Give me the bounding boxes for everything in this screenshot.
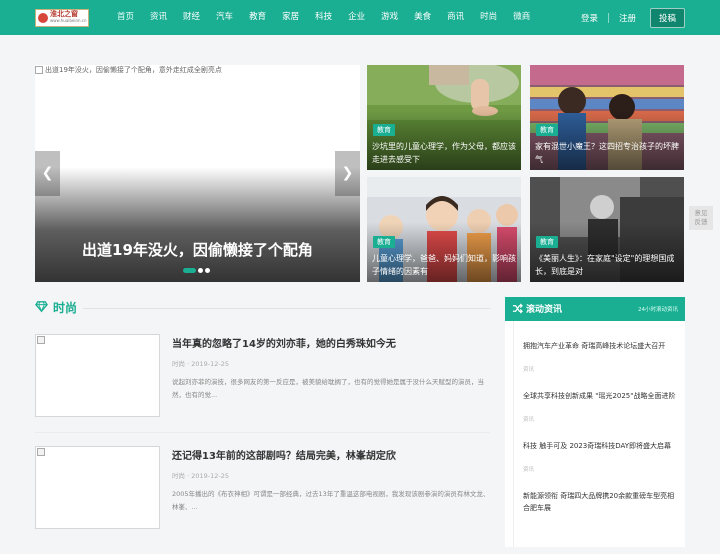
section-title[interactable]: 时尚 (53, 299, 77, 316)
rolling-news-subtitle: 24小时滚动资讯 (638, 307, 678, 313)
article-thumbnail[interactable] (35, 334, 160, 417)
broken-image-icon (37, 448, 45, 456)
chevron-right-icon: ❯ (341, 165, 354, 181)
nav-item-home-living[interactable]: 家居 (274, 0, 307, 35)
nav-item-wechat-business[interactable]: 微商 (505, 0, 538, 35)
section-divider (83, 308, 490, 309)
carousel-image-alt: 出道19年没火，因偷懒接了个配角，意外走红成全剧亮点 (35, 65, 222, 75)
shuffle-icon (512, 303, 523, 314)
rolling-news-item-title[interactable]: 拥抱汽车产业革命 奇瑞高峰技术论坛盛大召开 (523, 340, 678, 352)
article-item[interactable]: 当年真的忽略了14岁的刘亦菲，她的白秀珠如今无 时尚 · 2019-12-25 … (35, 334, 490, 442)
tile-title[interactable]: 家有混世小魔王？这四招专治孩子的坏脾气 (535, 140, 679, 166)
register-link[interactable]: 注册 (619, 12, 636, 24)
rolling-news-item-title[interactable]: 全球共享科技创新成果 "瑶光2025"战略全面进阶 (523, 390, 678, 402)
nav-item-tech[interactable]: 科技 (307, 0, 340, 35)
top-nav-bar: 淮北之窗 www.huaibeinn.cn 首页 资讯 财经 汽车 教育 家居 … (0, 0, 720, 35)
featured-tile[interactable]: 教育 《美丽人生》：在家庭"设定"的理想国成长，到底是对 (530, 177, 684, 282)
logo-mark-icon (38, 13, 48, 23)
nav-item-enterprise[interactable]: 企业 (340, 0, 373, 35)
section-header: 时尚 (35, 297, 490, 319)
article-divider (35, 432, 490, 433)
rolling-news-item-title[interactable]: 新能源领衔 奇瑞四大品牌携20余款重磅车型亮相合肥车展 (523, 490, 678, 514)
rolling-news-header: 滚动资讯 24小时滚动资讯 (505, 297, 685, 321)
featured-carousel[interactable]: 出道19年没火，因偷懒接了个配角，意外走红成全剧亮点 ❮ ❯ 出道19年没火，因… (35, 65, 360, 282)
article-title[interactable]: 当年真的忽略了14岁的刘亦菲，她的白秀珠如今无 (172, 335, 396, 350)
article-item[interactable]: 还记得13年前的这部剧吗？结局完美，林峯胡定欣 时尚 · 2019-12-25 … (35, 446, 490, 554)
tile-category-tag[interactable]: 教育 (373, 236, 395, 248)
article-title[interactable]: 还记得13年前的这部剧吗？结局完美，林峯胡定欣 (172, 447, 396, 462)
submit-article-button[interactable]: 投稿 (649, 7, 685, 28)
broken-image-icon (35, 66, 43, 74)
rolling-news-item-meta: 资讯 (523, 367, 535, 373)
nav-item-business-news[interactable]: 商讯 (439, 0, 472, 35)
rolling-news-panel: 滚动资讯 24小时滚动资讯 拥抱汽车产业革命 奇瑞高峰技术论坛盛大召开 资讯 全… (505, 297, 685, 547)
tile-title[interactable]: 沙坑里的儿童心理学，作为父母，都应该走进去感受下 (372, 140, 516, 166)
carousel-dot[interactable] (205, 268, 210, 273)
rolling-news-item[interactable]: 新能源领衔 奇瑞四大品牌携20余款重磅车型亮相合肥车展 (523, 490, 678, 514)
carousel-dots (183, 268, 210, 273)
article-meta: 时尚 · 2019-12-25 (172, 360, 229, 368)
divider (607, 12, 609, 23)
carousel-dot[interactable] (198, 268, 203, 273)
article-meta: 时尚 · 2019-12-25 (172, 472, 229, 480)
tile-category-tag[interactable]: 教育 (536, 236, 558, 248)
tile-title[interactable]: 《美丽人生》：在家庭"设定"的理想国成长，到底是对 (535, 252, 679, 278)
rolling-news-item-meta: 资讯 (523, 417, 535, 423)
tile-title[interactable]: 儿童心理学，爸爸、妈妈们知道，影响孩子情绪的因素有 (372, 252, 516, 278)
featured-tile[interactable]: 教育 家有混世小魔王？这四招专治孩子的坏脾气 (530, 65, 684, 170)
rolling-news-item-title[interactable]: 科技 触手可及 2023奇瑞科技DAY即将盛大启幕 (523, 440, 678, 452)
nav-item-home[interactable]: 首页 (109, 0, 142, 35)
rolling-news-item[interactable]: 全球共享科技创新成果 "瑶光2025"战略全面进阶 资讯 (523, 390, 678, 423)
featured-tile[interactable]: 教育 儿童心理学，爸爸、妈妈们知道，影响孩子情绪的因素有 (367, 177, 521, 282)
rolling-news-item[interactable]: 拥抱汽车产业革命 奇瑞高峰技术论坛盛大召开 资讯 (523, 340, 678, 373)
carousel-image-alt-text: 出道19年没火，因偷懒接了个配角，意外走红成全剧亮点 (45, 66, 222, 74)
timeline-line (513, 321, 514, 547)
main-nav: 首页 资讯 财经 汽车 教育 家居 科技 企业 游戏 美食 商讯 时尚 微商 (109, 0, 538, 35)
caption-gradient (35, 167, 360, 282)
logo-url: www.huaibeinn.cn (50, 18, 87, 23)
article-summary: 说起刘亦菲的演技，很多网友的第一反应是，被美貌给耽搁了，也有的觉得她是属于没什么… (172, 378, 484, 399)
nav-item-games[interactable]: 游戏 (373, 0, 406, 35)
rolling-news-title: 滚动资讯 (526, 305, 563, 315)
featured-tile[interactable]: 教育 沙坑里的儿童心理学，作为父母，都应该走进去感受下 (367, 65, 521, 170)
carousel-dot[interactable] (183, 268, 196, 273)
nav-item-finance[interactable]: 财经 (175, 0, 208, 35)
rolling-news-item[interactable]: 科技 触手可及 2023奇瑞科技DAY即将盛大启幕 资讯 (523, 440, 678, 473)
tile-category-tag[interactable]: 教育 (373, 124, 395, 136)
nav-item-food[interactable]: 美食 (406, 0, 439, 35)
rolling-news-item-meta: 资讯 (523, 467, 535, 473)
feedback-button[interactable]: 意见 反馈 (689, 206, 713, 230)
diamond-icon (35, 301, 48, 313)
carousel-caption[interactable]: 出道19年没火，因偷懒接了个配角 (35, 239, 360, 260)
feedback-label-line1: 意见 (694, 209, 708, 217)
carousel-prev-button[interactable]: ❮ (35, 151, 60, 196)
site-logo[interactable]: 淮北之窗 www.huaibeinn.cn (35, 9, 89, 27)
feedback-label-line2: 反馈 (694, 218, 708, 226)
nav-item-news[interactable]: 资讯 (142, 0, 175, 35)
article-summary: 2005年播出的《布衣神相》可谓是一部经典，过去13年了重温这部电视剧，我发现该… (172, 490, 490, 511)
nav-item-education[interactable]: 教育 (241, 0, 274, 35)
tile-category-tag[interactable]: 教育 (536, 124, 558, 136)
chevron-left-icon: ❮ (41, 165, 54, 181)
login-link[interactable]: 登录 (581, 12, 598, 24)
broken-image-icon (37, 336, 45, 344)
article-thumbnail[interactable] (35, 446, 160, 529)
carousel-next-button[interactable]: ❯ (335, 151, 360, 196)
user-area: 登录 注册 投稿 (581, 0, 685, 35)
nav-item-auto[interactable]: 汽车 (208, 0, 241, 35)
nav-item-fashion[interactable]: 时尚 (472, 0, 505, 35)
logo-name: 淮北之窗 (50, 10, 78, 18)
